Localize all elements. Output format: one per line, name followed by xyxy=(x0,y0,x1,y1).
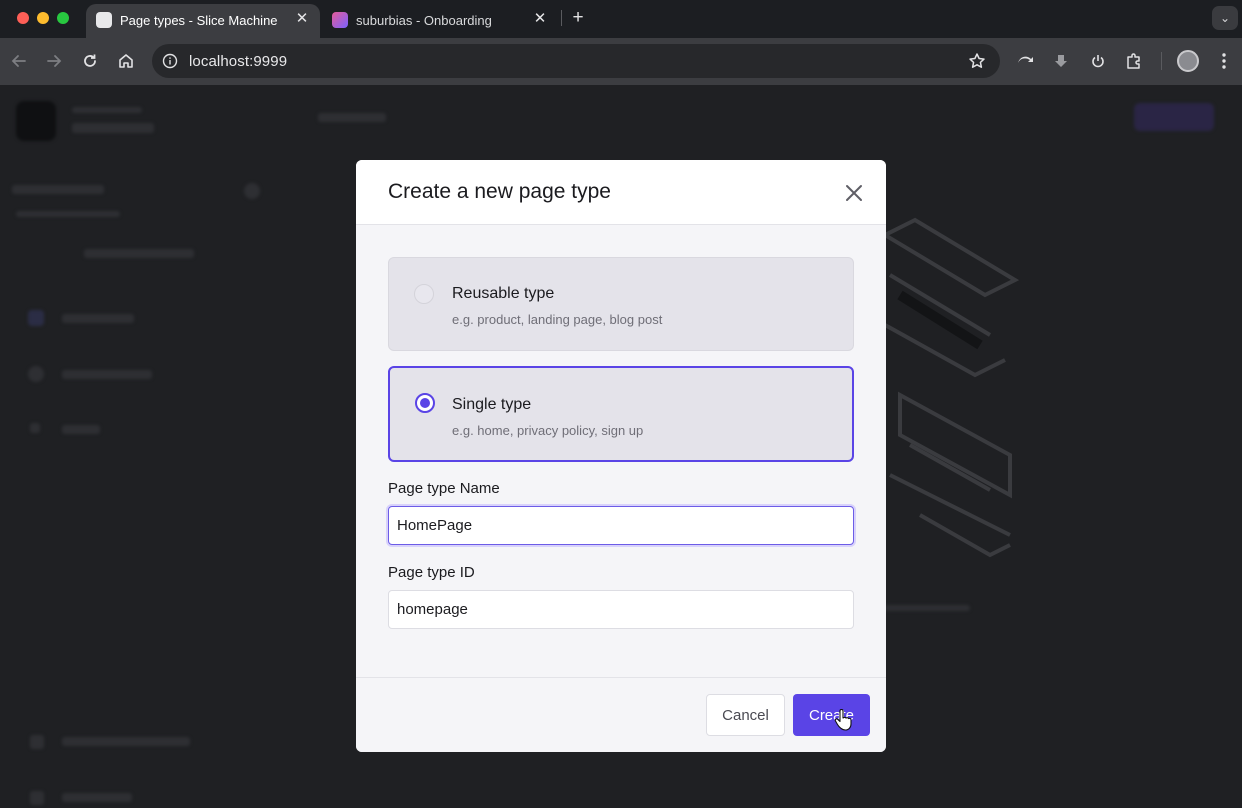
option-label: Single type xyxy=(452,396,532,413)
reload-icon[interactable] xyxy=(79,50,101,72)
create-button[interactable]: Create xyxy=(793,694,870,736)
power-extension-icon[interactable] xyxy=(1087,50,1109,72)
sidebar-icon-blur xyxy=(244,183,260,199)
sidebar-icon-blur xyxy=(30,423,40,433)
close-tab-icon[interactable]: ✕ xyxy=(532,11,548,27)
minimize-window-button[interactable] xyxy=(37,12,49,24)
sidebar-icon-blur xyxy=(30,791,44,805)
sidebar-blur xyxy=(62,370,152,379)
sidebar-blur xyxy=(12,185,104,194)
back-icon[interactable] xyxy=(8,50,30,72)
create-page-type-dialog: Create a new page type Reusable type e.g… xyxy=(356,160,886,752)
slice-machine-favicon-icon xyxy=(96,12,112,28)
page-type-id-input[interactable] xyxy=(388,590,854,629)
profile-avatar[interactable] xyxy=(1177,50,1199,72)
address-bar[interactable]: localhost:9999 xyxy=(152,44,1000,78)
sidebar-icon-blur xyxy=(28,310,44,326)
sidebar-blur xyxy=(62,793,132,802)
illustration-image xyxy=(880,217,1020,558)
tab-slice-machine[interactable]: Page types - Slice Machine ✕ xyxy=(86,4,320,38)
option-description: e.g. product, landing page, blog post xyxy=(452,312,663,327)
page-type-name-input[interactable] xyxy=(388,506,854,545)
cancel-button[interactable]: Cancel xyxy=(706,694,785,736)
url-text: localhost:9999 xyxy=(189,53,288,70)
tab-title: Page types - Slice Machine xyxy=(120,13,278,28)
dialog-header: Create a new page type xyxy=(356,160,886,225)
sidebar-blur xyxy=(62,314,134,323)
dialog-footer: Cancel Create xyxy=(356,677,886,752)
toolbar-separator xyxy=(1161,52,1162,70)
info-icon[interactable] xyxy=(162,53,178,69)
reusable-type-radio[interactable] xyxy=(414,284,434,304)
menu-icon[interactable] xyxy=(1213,50,1235,72)
tab-onboarding[interactable]: suburbias - Onboarding ✕ xyxy=(322,4,558,38)
new-tab-icon[interactable]: + xyxy=(568,8,588,28)
page-type-id-label: Page type ID xyxy=(388,564,475,581)
browser-toolbar: localhost:9999 xyxy=(0,38,1242,85)
project-label-blur xyxy=(72,107,142,113)
tab-title: suburbias - Onboarding xyxy=(356,13,492,28)
caption-blur xyxy=(884,605,970,611)
app-logo xyxy=(16,101,56,141)
create-button-blur xyxy=(1134,103,1214,131)
extension-icon[interactable] xyxy=(1014,50,1036,72)
reusable-type-option[interactable]: Reusable type e.g. product, landing page… xyxy=(388,257,854,351)
option-description: e.g. home, privacy policy, sign up xyxy=(452,423,644,438)
sidebar-icon-blur xyxy=(30,735,44,749)
star-icon[interactable] xyxy=(968,52,986,70)
tab-separator xyxy=(561,10,562,26)
forward-icon[interactable] xyxy=(43,50,65,72)
sidebar-icon-blur xyxy=(28,366,44,382)
single-type-radio[interactable] xyxy=(415,393,435,413)
download-extension-icon[interactable] xyxy=(1050,50,1072,72)
dialog-title: Create a new page type xyxy=(388,180,611,203)
sidebar-blur xyxy=(62,425,100,434)
page-title-blur xyxy=(318,113,386,122)
close-tab-icon[interactable]: ✕ xyxy=(294,11,310,27)
tab-search-icon[interactable]: ⌄ xyxy=(1212,6,1238,30)
home-icon[interactable] xyxy=(115,50,137,72)
hand-cursor-icon xyxy=(834,709,852,731)
project-name-blur xyxy=(72,123,154,133)
prismic-favicon-icon xyxy=(332,12,348,28)
sidebar-blur xyxy=(84,249,194,258)
sidebar-blur xyxy=(62,737,190,746)
close-icon[interactable] xyxy=(842,181,866,205)
browser-tab-bar: Page types - Slice Machine ✕ suburbias -… xyxy=(0,0,1242,38)
option-label: Reusable type xyxy=(452,285,555,302)
close-window-button[interactable] xyxy=(17,12,29,24)
single-type-option[interactable]: Single type e.g. home, privacy policy, s… xyxy=(388,366,854,462)
page-type-name-label: Page type Name xyxy=(388,480,500,497)
maximize-window-button[interactable] xyxy=(57,12,69,24)
sidebar-blur xyxy=(16,211,120,217)
extensions-puzzle-icon[interactable] xyxy=(1123,50,1145,72)
